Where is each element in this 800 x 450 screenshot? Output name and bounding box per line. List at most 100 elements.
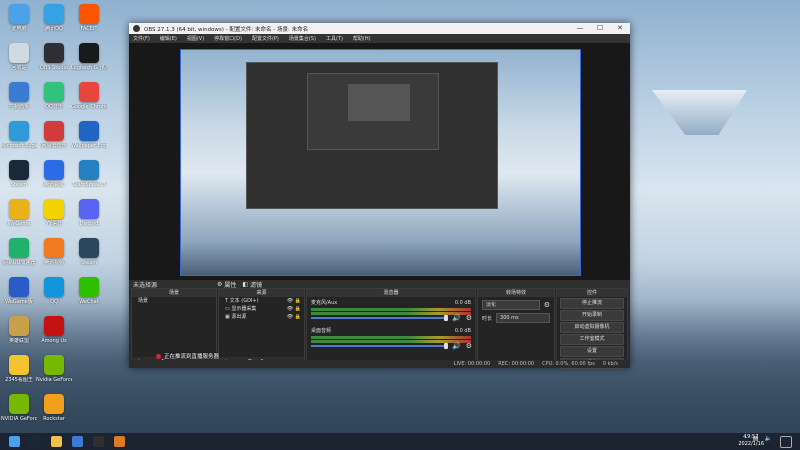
eye-lock-icons[interactable]: 👁 🔒 <box>287 297 301 305</box>
source-item[interactable]: ▭ 显示器采集 👁 🔒 <box>219 305 304 313</box>
source-item[interactable]: T 文本 (GDI+) 👁 🔒 <box>219 297 304 305</box>
desktop-icon[interactable]: YY语音 <box>37 199 71 241</box>
desktop-icon-label: QQ <box>50 299 58 305</box>
desktop-icon-label: 2345看图王 <box>5 377 33 383</box>
filter-icon[interactable]: ◧ <box>242 281 248 288</box>
gear-icon[interactable]: ⚙ <box>217 281 222 288</box>
app-icon <box>79 121 99 141</box>
eye-lock-icons[interactable]: 👁 🔒 <box>287 305 301 313</box>
desktop-icon[interactable]: Microsoft Edge <box>1 121 37 163</box>
desktop-icon[interactable]: Steam <box>72 238 106 280</box>
menu-help[interactable]: 帮助(H) <box>353 35 371 42</box>
menu-profile[interactable]: 配置文件(P) <box>252 35 279 42</box>
menu-file[interactable]: 文件(F) <box>133 35 150 42</box>
eye-lock-icons[interactable]: 👁 🔒 <box>287 313 301 321</box>
desktop-icon[interactable]: Steam <box>2 160 36 202</box>
desktop-icon[interactable]: TeamSpeak 3 <box>72 160 106 202</box>
preview-display-capture[interactable] <box>180 49 581 276</box>
slider-knob[interactable] <box>444 315 448 321</box>
desktop-icon[interactable]: Nvidia GeForce <box>36 355 72 397</box>
desktop-icon[interactable]: WeChat <box>72 277 106 319</box>
desktop-icon[interactable]: WeGame版 <box>2 277 36 319</box>
gear-icon[interactable]: ⚙ <box>544 301 550 309</box>
start-icon[interactable] <box>9 436 20 447</box>
desktop-icon[interactable]: 腾讯QQ <box>37 4 71 46</box>
desktop-icon[interactable]: 2345看图王 <box>2 355 36 397</box>
desktop-icon-label: 回收站 <box>11 65 27 71</box>
notification-center-icon[interactable] <box>780 436 792 448</box>
desktop-icon-label: WeGame版 <box>5 299 33 305</box>
menu-tools[interactable]: 工具(T) <box>326 35 343 42</box>
app-icon[interactable] <box>114 436 125 447</box>
duration-label: 时长 <box>482 315 493 322</box>
menu-docks[interactable]: 停靠窗口(D) <box>214 35 242 42</box>
desktop-icon[interactable]: 腾讯视频 <box>37 238 71 280</box>
speaker-icon[interactable]: 🔊 <box>452 314 461 322</box>
transition-select[interactable]: 淡化 <box>482 300 540 310</box>
menu-scene-collection[interactable]: 场景集合(S) <box>289 35 316 42</box>
desktop-icon-label: Google Chrome <box>71 104 107 110</box>
desktop-icon-label: Wallpaper Engine <box>71 143 107 149</box>
desktop-icon[interactable]: Google Chrome <box>71 82 107 124</box>
windows-store-icon[interactable] <box>72 436 83 447</box>
desktop-icon[interactable]: 网易云音乐 <box>37 121 71 163</box>
desktop-icon-label: QQ音乐 <box>45 104 63 110</box>
start-recording-button[interactable]: 开始录制 <box>560 310 624 321</box>
gear-icon[interactable]: ⚙ <box>466 342 472 350</box>
desktop-icon[interactable]: 控制面板 <box>2 82 36 124</box>
duration-input[interactable]: 300 ms <box>496 313 550 323</box>
stop-streaming-button[interactable]: 停止推流 <box>560 298 624 309</box>
clock[interactable]: 19:57 2022/1/16 <box>738 434 764 448</box>
desktop-icon[interactable]: Discord <box>72 199 106 241</box>
desktop-icon[interactable]: Rockstar <box>37 394 71 436</box>
desktop-icon[interactable]: FACEIT <box>72 4 106 46</box>
desktop-icon[interactable]: 网易UU加速器 <box>2 238 36 280</box>
volume-icon[interactable]: 🔈 <box>765 435 772 442</box>
desktop-icon[interactable]: 此电脑 <box>2 4 36 46</box>
desktop-icon[interactable]: NVIDIA GeForce <box>1 394 37 436</box>
taskbar: ⌃ ▤ 🔈 19:57 2022/1/16 <box>0 433 800 450</box>
desktop-icon[interactable]: Wallpaper Engine <box>71 121 107 163</box>
desktop-icon[interactable]: QQ音乐 <box>37 82 71 124</box>
close-button[interactable]: ✕ <box>610 23 630 34</box>
scenes-panel-title: 场景 <box>132 289 216 297</box>
app-icon <box>9 355 29 375</box>
desktop-icon[interactable]: Logitech G HUB <box>71 43 107 85</box>
steam-icon[interactable] <box>30 436 41 447</box>
desktop-icon-label: Among Us <box>41 338 67 344</box>
desktop-icon-label: FACEIT <box>80 26 98 32</box>
explorer-icon[interactable] <box>51 436 62 447</box>
volume-slider[interactable] <box>311 315 448 321</box>
desktop-icon[interactable]: QQ <box>37 277 71 319</box>
maximize-button[interactable]: ☐ <box>590 23 610 34</box>
minimize-button[interactable]: — <box>570 23 590 34</box>
studio-mode-button[interactable]: 工作室模式 <box>560 334 624 345</box>
volume-slider[interactable] <box>311 343 448 349</box>
scene-item[interactable]: 场景 <box>132 297 216 305</box>
desktop-icon[interactable]: 回收站 <box>2 43 36 85</box>
menu-edit[interactable]: 编辑(E) <box>160 35 177 42</box>
desktop-icon[interactable]: OBS Studio <box>37 43 71 85</box>
virtual-camera-button[interactable]: 启动虚拟摄像机 <box>560 322 624 333</box>
desktop-icon[interactable]: 英雄联盟 <box>2 316 36 358</box>
nested-obs-window-3 <box>348 84 410 121</box>
obs-icon[interactable] <box>93 436 104 447</box>
mixer-panel-title: 混音器 <box>307 289 475 297</box>
gear-icon[interactable]: ⚙ <box>466 314 472 322</box>
obs-titlebar[interactable]: OBS 27.1.3 (64 bit, windows) - 配置文件: 未命名… <box>129 23 630 34</box>
app-icon <box>9 4 29 24</box>
app-icon <box>79 82 99 102</box>
app-icon <box>44 4 64 24</box>
desktop-icon[interactable]: Among Us <box>37 316 71 358</box>
menu-view[interactable]: 视图(V) <box>187 35 204 42</box>
preview-canvas[interactable] <box>129 43 630 280</box>
desktop-icon[interactable]: 腾讯会议 <box>37 160 71 202</box>
settings-button[interactable]: 设置 <box>560 346 624 357</box>
source-item[interactable]: ▣ 源出源 👁 🔒 <box>219 313 304 321</box>
app-icon <box>9 394 29 414</box>
desktop-icon-label: Rockstar <box>43 416 65 422</box>
app-icon <box>9 121 29 141</box>
speaker-icon[interactable]: 🔊 <box>452 342 461 350</box>
desktop-icon[interactable]: WeGame <box>2 199 36 241</box>
slider-knob[interactable] <box>444 343 448 349</box>
